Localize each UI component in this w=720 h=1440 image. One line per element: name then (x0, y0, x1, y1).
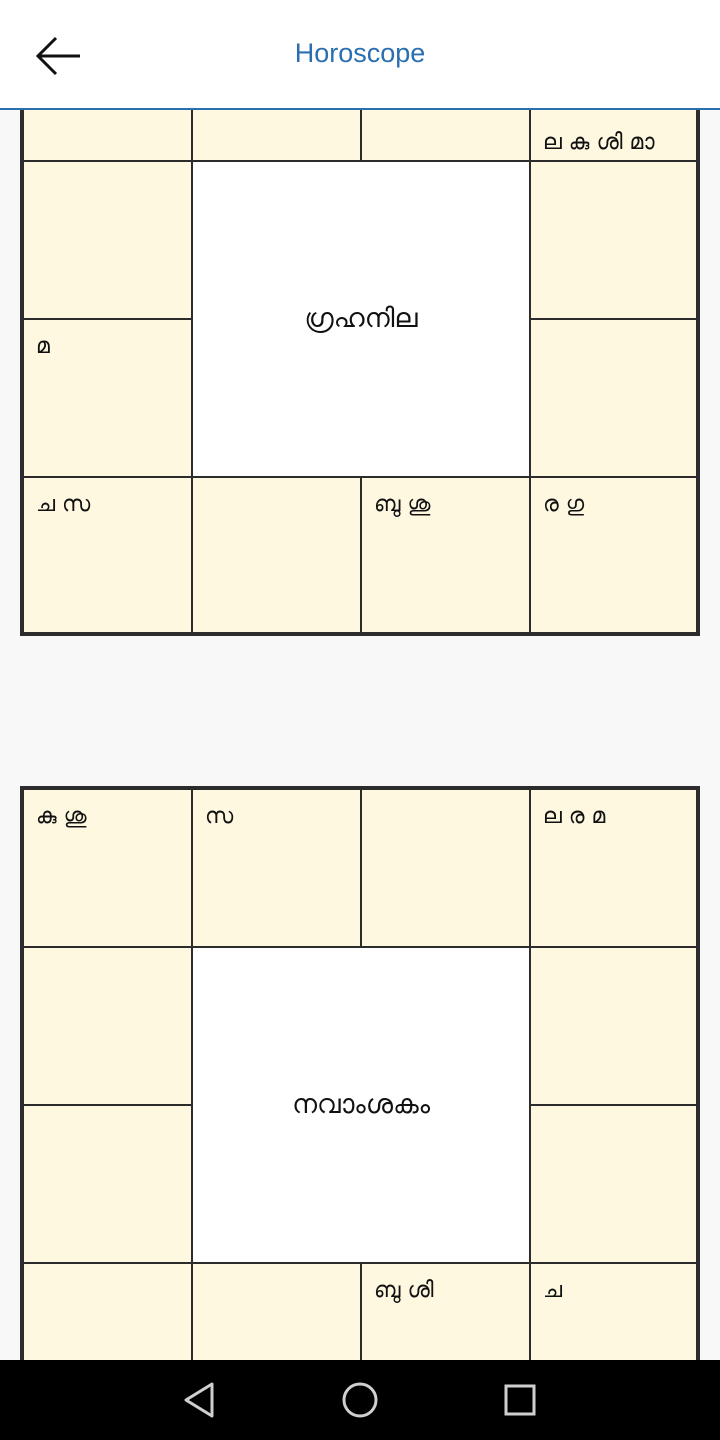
chart-cell: ച (530, 1263, 697, 1360)
nav-home-button[interactable] (338, 1378, 382, 1422)
chart-cell (530, 319, 697, 477)
horoscope-content[interactable]: ല കു ശി മാ ഗ്രഹനില മ ച സ ബു ശു ര ഗു കു ശ… (0, 110, 720, 1360)
home-circle-icon (342, 1382, 378, 1418)
page-title: Horoscope (294, 38, 426, 68)
chart-cell: ബു ശു (361, 477, 530, 633)
chart-cell (192, 477, 361, 633)
chart-cell: സ (192, 789, 361, 947)
navamsa-chart: കു ശു സ ല ര മ നവാംശകം ബു ശി ച (20, 786, 700, 1360)
chart-cell (530, 161, 697, 319)
system-navigation-bar (0, 1360, 720, 1440)
chart-cell (23, 110, 192, 161)
chart-center-label: നവാംശകം (192, 947, 530, 1263)
chart-cell: ച സ (23, 477, 192, 633)
chart-cell (23, 1105, 192, 1263)
chart-cell (23, 161, 192, 319)
recents-square-icon (504, 1384, 536, 1416)
chart-cell (192, 110, 361, 161)
chart-cell: ല കു ശി മാ (530, 110, 697, 161)
chart-cell: ല ര മ (530, 789, 697, 947)
chart-cell: മ (23, 319, 192, 477)
chart-cell (361, 110, 530, 161)
chart-center-label: ഗ്രഹനില (192, 161, 530, 477)
nav-recents-button[interactable] (498, 1378, 542, 1422)
rasi-chart: ല കു ശി മാ ഗ്രഹനില മ ച സ ബു ശു ര ഗു (20, 110, 700, 636)
back-triangle-icon (184, 1382, 214, 1418)
chart-cell (192, 1263, 361, 1360)
nav-back-button[interactable] (178, 1378, 222, 1422)
chart-cell (23, 947, 192, 1105)
chart-cell (361, 789, 530, 947)
chart-cell: ബു ശി (361, 1263, 530, 1360)
chart-cell: ര ഗു (530, 477, 697, 633)
chart-cell (530, 1105, 697, 1263)
chart-cell (23, 1263, 192, 1360)
chart-cell: കു ശു (23, 789, 192, 947)
app-bar: Horoscope (0, 0, 720, 110)
chart-cell (530, 947, 697, 1105)
